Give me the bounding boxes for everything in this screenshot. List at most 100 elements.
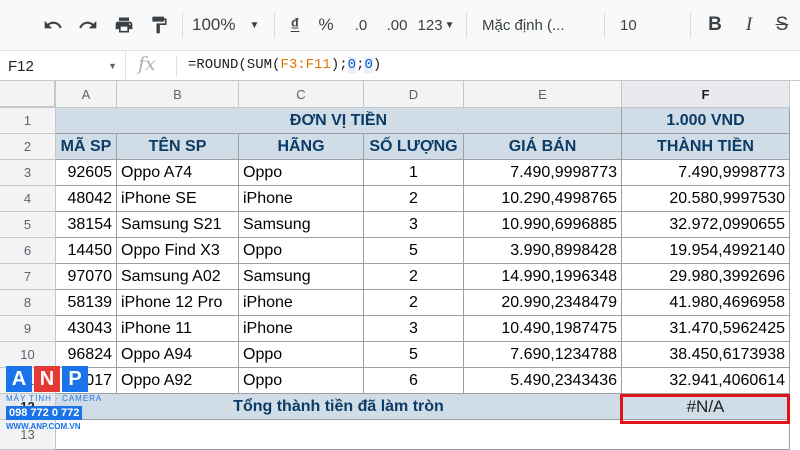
- cell-quantity[interactable]: 5: [364, 238, 464, 264]
- merged-header-cell[interactable]: ĐƠN VỊ TIỀN: [56, 108, 622, 134]
- italic-button[interactable]: I: [737, 0, 761, 50]
- cell-product-name[interactable]: Samsung S21: [117, 212, 239, 238]
- cell-brand[interactable]: iPhone: [239, 186, 364, 212]
- formula-input[interactable]: =ROUND(SUM(F3:F11);0;0): [188, 57, 381, 73]
- cell-price[interactable]: 5.490,2343436: [464, 368, 622, 394]
- cell-quantity[interactable]: 2: [364, 186, 464, 212]
- cell-product-name[interactable]: Oppo A92: [117, 368, 239, 394]
- cell-brand[interactable]: Oppo: [239, 368, 364, 394]
- cell-quantity[interactable]: 2: [364, 290, 464, 316]
- cell-product-name[interactable]: iPhone 12 Pro: [117, 290, 239, 316]
- cell-product-code[interactable]: 97070: [56, 264, 117, 290]
- cell-brand[interactable]: Samsung: [239, 264, 364, 290]
- column-header-c[interactable]: C: [239, 81, 364, 108]
- column-header-b[interactable]: B: [117, 81, 239, 108]
- cell-price[interactable]: 14.990,1996348: [464, 264, 622, 290]
- row-header[interactable]: 3: [0, 160, 56, 186]
- unit-cell[interactable]: 1.000 VND: [622, 108, 790, 134]
- row-header[interactable]: 5: [0, 212, 56, 238]
- name-box[interactable]: F12 ▼: [0, 51, 126, 81]
- cell-amount[interactable]: 29.980,3992696: [622, 264, 790, 290]
- column-header-f[interactable]: F: [622, 81, 790, 108]
- column-title-cell[interactable]: HÃNG: [239, 134, 364, 160]
- decrease-decimal-button[interactable]: .0: [348, 0, 374, 50]
- increase-decimal-button[interactable]: .00: [381, 0, 413, 50]
- select-all-corner[interactable]: [0, 81, 56, 108]
- redo-icon[interactable]: [73, 0, 103, 50]
- cell-price[interactable]: 7.690,1234788: [464, 342, 622, 368]
- cell-product-name[interactable]: Oppo Find X3: [117, 238, 239, 264]
- cell-amount[interactable]: 31.470,5962425: [622, 316, 790, 342]
- percent-button[interactable]: %: [314, 0, 338, 50]
- row-header[interactable]: 4: [0, 186, 56, 212]
- cell-price[interactable]: 10.290,4998765: [464, 186, 622, 212]
- cell-quantity[interactable]: 2: [364, 264, 464, 290]
- column-title-cell[interactable]: GIÁ BÁN: [464, 134, 622, 160]
- cell-product-code[interactable]: 58139: [56, 290, 117, 316]
- row-header[interactable]: 1: [0, 108, 56, 134]
- font-family-select[interactable]: Mặc định (...: [482, 0, 592, 50]
- cell-quantity[interactable]: 3: [364, 316, 464, 342]
- column-title-cell[interactable]: TÊN SP: [117, 134, 239, 160]
- cell-product-code[interactable]: 14450: [56, 238, 117, 264]
- cell-brand[interactable]: iPhone: [239, 290, 364, 316]
- row-header[interactable]: 8: [0, 290, 56, 316]
- cell-quantity[interactable]: 5: [364, 342, 464, 368]
- column-header-a[interactable]: A: [56, 81, 117, 108]
- cell-brand[interactable]: Oppo: [239, 160, 364, 186]
- cell-amount[interactable]: 38.450,6173938: [622, 342, 790, 368]
- row-header[interactable]: 10: [0, 342, 56, 368]
- font-size-select[interactable]: 10: [620, 0, 680, 50]
- bold-button[interactable]: B: [703, 0, 727, 50]
- currency-button[interactable]: ₫: [284, 0, 306, 50]
- cell-quantity[interactable]: 3: [364, 212, 464, 238]
- cell-amount[interactable]: 32.941,4060614: [622, 368, 790, 394]
- cell-amount[interactable]: 41.980,4696958: [622, 290, 790, 316]
- cell-amount[interactable]: 19.954,4992140: [622, 238, 790, 264]
- cell-amount[interactable]: 32.972,0990655: [622, 212, 790, 238]
- row-header[interactable]: 2: [0, 134, 56, 160]
- cell-brand[interactable]: Oppo: [239, 238, 364, 264]
- print-icon[interactable]: [109, 0, 139, 50]
- undo-icon[interactable]: [38, 0, 68, 50]
- strikethrough-button[interactable]: S: [770, 0, 794, 50]
- cell-product-name[interactable]: iPhone SE: [117, 186, 239, 212]
- column-title-cell[interactable]: SỐ LƯỢNG: [364, 134, 464, 160]
- cell-product-code[interactable]: 43043: [56, 316, 117, 342]
- paint-format-icon[interactable]: [144, 0, 174, 50]
- cell-product-code[interactable]: 38154: [56, 212, 117, 238]
- cell-brand[interactable]: Samsung: [239, 212, 364, 238]
- cell-price[interactable]: 10.490,1987475: [464, 316, 622, 342]
- formula-number: 0: [347, 57, 357, 73]
- row-header[interactable]: 6: [0, 238, 56, 264]
- column-title-cell[interactable]: THÀNH TIỀN: [622, 134, 790, 160]
- cell-brand[interactable]: iPhone: [239, 316, 364, 342]
- column-title-cell[interactable]: MÃ SP: [56, 134, 117, 160]
- cell-brand[interactable]: Oppo: [239, 342, 364, 368]
- chevron-down-icon: ▼: [108, 61, 117, 71]
- cell-product-name[interactable]: iPhone 11: [117, 316, 239, 342]
- cell-quantity[interactable]: 1: [364, 160, 464, 186]
- row-header[interactable]: 9: [0, 316, 56, 342]
- more-formats-button[interactable]: 123 ▼: [415, 0, 457, 50]
- cell-price[interactable]: 10.990,6996885: [464, 212, 622, 238]
- cell-price[interactable]: 7.490,9998773: [464, 160, 622, 186]
- zoom-select[interactable]: 100% ▼: [192, 0, 270, 50]
- total-label-cell[interactable]: Tổng thành tiền đã làm tròn: [56, 394, 622, 420]
- column-header-d[interactable]: D: [364, 81, 464, 108]
- cell-product-name[interactable]: Samsung A02: [117, 264, 239, 290]
- cell-price[interactable]: 3.990,8998428: [464, 238, 622, 264]
- row-header[interactable]: 7: [0, 264, 56, 290]
- cell-product-code[interactable]: 48042: [56, 186, 117, 212]
- cell-price[interactable]: 20.990,2348479: [464, 290, 622, 316]
- cell-product-code[interactable]: 92605: [56, 160, 117, 186]
- cell-quantity[interactable]: 6: [364, 368, 464, 394]
- empty-row[interactable]: [56, 420, 790, 450]
- cell-amount[interactable]: 20.580,9997530: [622, 186, 790, 212]
- cell-product-code[interactable]: 96824: [56, 342, 117, 368]
- cell-product-name[interactable]: Oppo A94: [117, 342, 239, 368]
- column-header-e[interactable]: E: [464, 81, 622, 108]
- cell-amount[interactable]: 7.490,9998773: [622, 160, 790, 186]
- toolbar-divider: [690, 12, 691, 38]
- cell-product-name[interactable]: Oppo A74: [117, 160, 239, 186]
